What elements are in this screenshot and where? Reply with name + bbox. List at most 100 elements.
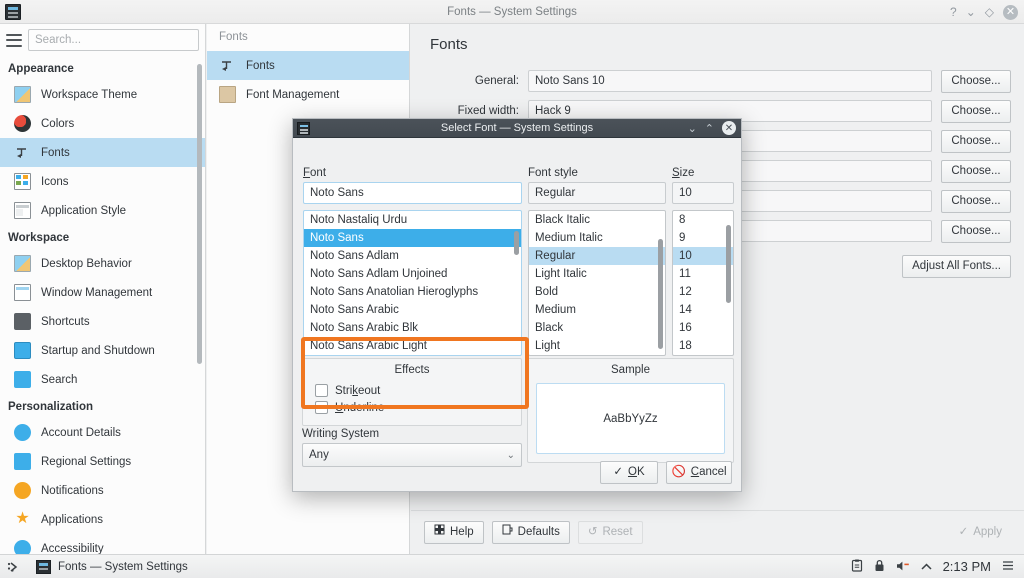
ok-button-label: OK xyxy=(628,466,645,478)
strikeout-label: Strikeout xyxy=(335,384,381,397)
reset-icon: ↺ xyxy=(587,526,598,538)
font-list[interactable]: Noto Nastaliq Urdu Noto Sans Noto Sans A… xyxy=(303,210,522,356)
sample-preview: AaBbYyZz xyxy=(536,383,725,454)
help-button-label: Help xyxy=(450,526,474,538)
list-item[interactable]: Noto Nastaliq Urdu xyxy=(304,211,521,229)
list-item[interactable]: Light Italic xyxy=(529,265,665,283)
minimize-button[interactable]: ⌄ xyxy=(966,6,976,18)
list-item[interactable]: Black Italic xyxy=(529,211,665,229)
list-item-selected[interactable]: Regular xyxy=(529,247,665,265)
tray-menu-icon[interactable] xyxy=(1002,560,1014,573)
font-style-scrollbar[interactable] xyxy=(658,239,663,349)
adjust-all-fonts-button[interactable]: Adjust All Fonts... xyxy=(902,255,1011,278)
list-item-selected[interactable]: Noto Sans xyxy=(304,229,521,247)
show-hidden-icon[interactable] xyxy=(921,561,932,573)
close-button[interactable]: ✕ xyxy=(1003,4,1018,20)
volume-muted-icon[interactable] xyxy=(896,560,910,574)
choose-button-general[interactable]: Choose... xyxy=(941,69,1011,93)
hamburger-icon[interactable] xyxy=(6,33,22,47)
fonts-icon xyxy=(219,57,236,74)
choose-button-menu[interactable]: Choose... xyxy=(941,189,1011,213)
list-item[interactable]: Medium Italic xyxy=(529,229,665,247)
strikeout-checkbox[interactable] xyxy=(315,384,328,397)
list-item[interactable]: Noto Sans Adlam Unjoined xyxy=(304,265,521,283)
kde-launcher-icon[interactable] xyxy=(0,560,26,574)
list-item[interactable]: 11 xyxy=(673,265,733,283)
list-item[interactable]: Noto Sans Arabic Light xyxy=(304,337,521,355)
search-input[interactable]: Search... xyxy=(28,29,199,51)
font-name-input[interactable]: Noto Sans xyxy=(303,182,522,204)
help-button[interactable]: ? xyxy=(950,6,957,18)
sidebar-item-account-details[interactable]: Account Details xyxy=(0,418,205,447)
font-style-list[interactable]: Black Italic Medium Italic Regular Light… xyxy=(528,210,666,356)
list-item-selected[interactable]: 10 xyxy=(673,247,733,265)
sidebar-item-fonts[interactable]: Fonts xyxy=(0,138,205,167)
list-item[interactable]: Noto Sans Arabic xyxy=(304,301,521,319)
sidebar-scrollbar[interactable] xyxy=(197,64,202,364)
main-footer-bar: Help Defaults ↺ Reset ✓ Apply xyxy=(411,510,1024,554)
strikeout-checkbox-row[interactable]: Strikeout xyxy=(303,382,521,399)
dialog-close-button[interactable]: ✕ xyxy=(722,121,736,135)
underline-checkbox-row[interactable]: Underline xyxy=(303,399,521,416)
font-list-scrollbar[interactable] xyxy=(514,231,519,255)
list-item[interactable]: Medium xyxy=(529,301,665,319)
clock[interactable]: 2:13 PM xyxy=(943,559,991,574)
sidebar-item-desktop-behavior[interactable]: Desktop Behavior xyxy=(0,249,205,278)
sidebar-list[interactable]: Appearance Workspace Theme Colors Fonts … xyxy=(0,56,205,554)
size-label: Size xyxy=(672,167,695,179)
size-input[interactable]: 10 xyxy=(672,182,734,204)
list-item[interactable]: Black xyxy=(529,319,665,337)
sidebar-item-applications[interactable]: ★ Applications xyxy=(0,505,205,534)
sidebar-item-notifications[interactable]: Notifications xyxy=(0,476,205,505)
maximize-button[interactable]: ◇ xyxy=(985,6,994,18)
list-item[interactable]: 18 xyxy=(673,337,733,355)
list-item[interactable]: Noto Sans Arabic Blk xyxy=(304,319,521,337)
size-list-scrollbar[interactable] xyxy=(726,225,731,303)
choose-button-fixed-width[interactable]: Choose... xyxy=(941,99,1011,123)
sidebar-item-label: Desktop Behavior xyxy=(41,257,132,270)
list-item[interactable]: 12 xyxy=(673,283,733,301)
list-item[interactable]: 9 xyxy=(673,229,733,247)
underline-checkbox[interactable] xyxy=(315,401,328,414)
sidebar-group-appearance: Appearance xyxy=(8,63,74,75)
font-value-general[interactable]: Noto Sans 10 xyxy=(528,70,932,92)
size-list[interactable]: 8 9 10 11 12 14 16 18 xyxy=(672,210,734,356)
sidebar-item-icons[interactable]: Icons xyxy=(0,167,205,196)
dialog-minimize-button[interactable]: ⌄ xyxy=(688,122,697,135)
sidebar-item-accessibility[interactable]: Accessibility xyxy=(0,534,205,554)
cancel-button[interactable]: 🚫 Cancel xyxy=(666,461,732,484)
clipboard-icon[interactable] xyxy=(851,559,863,574)
ok-button[interactable]: ✓ OK xyxy=(600,461,658,484)
taskbar-task-system-settings[interactable]: Fonts — System Settings xyxy=(26,555,198,578)
list-item[interactable]: Noto Sans Anatolian Hieroglyphs xyxy=(304,283,521,301)
sidebar-item-colors[interactable]: Colors xyxy=(0,109,205,138)
choose-button-small[interactable]: Choose... xyxy=(941,129,1011,153)
font-style-input[interactable]: Regular xyxy=(528,182,666,204)
sidebar-item-window-management[interactable]: Window Management xyxy=(0,278,205,307)
writing-system-label: Writing System xyxy=(302,428,380,440)
dialog-maximize-button[interactable]: ⌃ xyxy=(705,122,714,135)
choose-button-toolbar[interactable]: Choose... xyxy=(941,159,1011,183)
list-item[interactable]: 14 xyxy=(673,301,733,319)
sidebar-item-search[interactable]: Search xyxy=(0,365,205,394)
module-item-font-management[interactable]: Font Management xyxy=(207,80,409,109)
chevron-down-icon: ⌄ xyxy=(506,449,515,461)
reset-button: ↺ Reset xyxy=(577,521,643,544)
writing-system-select[interactable]: Any ⌄ xyxy=(302,443,522,467)
list-item[interactable]: Bold xyxy=(529,283,665,301)
sidebar-item-regional-settings[interactable]: Regional Settings xyxy=(0,447,205,476)
choose-button-window-title[interactable]: Choose... xyxy=(941,219,1011,243)
list-item[interactable]: 8 xyxy=(673,211,733,229)
module-item-fonts[interactable]: Fonts xyxy=(207,51,409,80)
help-button[interactable]: Help xyxy=(424,521,484,544)
sidebar-item-application-style[interactable]: Application Style xyxy=(0,196,205,225)
defaults-icon xyxy=(502,522,513,543)
list-item[interactable]: Light xyxy=(529,337,665,355)
sidebar-item-workspace-theme[interactable]: Workspace Theme xyxy=(0,80,205,109)
lock-icon[interactable] xyxy=(874,559,885,574)
list-item[interactable]: Noto Sans Adlam xyxy=(304,247,521,265)
list-item[interactable]: 16 xyxy=(673,319,733,337)
defaults-button[interactable]: Defaults xyxy=(491,521,570,544)
sidebar-item-startup-shutdown[interactable]: Startup and Shutdown xyxy=(0,336,205,365)
sidebar-item-shortcuts[interactable]: Shortcuts xyxy=(0,307,205,336)
